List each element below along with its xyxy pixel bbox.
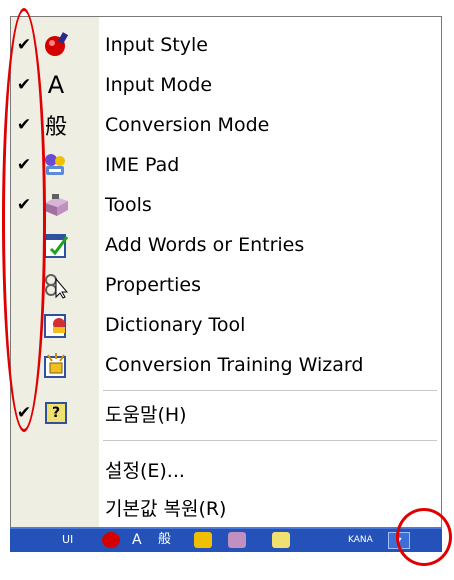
menu-item-label: Add Words or Entries (105, 234, 305, 256)
ime-pad-icon[interactable] (194, 532, 212, 548)
language-bar-label: UI (62, 533, 74, 546)
menu-item-label: 도움말(H) (105, 403, 187, 426)
kana-mode-label: KANA (348, 535, 373, 545)
menu-separator (103, 440, 437, 441)
tools-icon[interactable] (228, 532, 246, 548)
menu-item-help[interactable]: ✔ ? 도움말(H) (11, 393, 441, 433)
menu-item-label: Input Style (105, 34, 208, 56)
menu-item-input-style[interactable]: ✔ Input Style (11, 25, 441, 65)
ime-pad-icon (41, 150, 71, 180)
menu-item-properties[interactable]: Properties (11, 265, 441, 305)
menu-item-label: Properties (105, 274, 202, 296)
menu-item-settings[interactable]: 설정(E)... (11, 449, 441, 489)
menu-item-label: 기본값 복원(R) (105, 497, 227, 520)
menu-item-conversion-mode[interactable]: ✔ 般 Conversion Mode (11, 105, 441, 145)
input-mode-icon[interactable]: A (132, 532, 150, 548)
check-icon: ✔ (16, 35, 32, 55)
conversion-mode-icon[interactable]: 般 (158, 532, 176, 548)
conversion-mode-glyph: 般 (44, 115, 67, 140)
input-mode-glyph: A (47, 71, 65, 99)
add-words-icon (41, 230, 71, 260)
menu-item-tools[interactable]: ✔ Tools (11, 185, 441, 225)
check-icon: ✔ (16, 403, 32, 423)
help-icon: ? (41, 398, 71, 428)
menu-item-restore-defaults[interactable]: 기본값 복원(R) (11, 487, 441, 527)
training-wizard-icon (41, 350, 71, 380)
check-icon: ✔ (16, 195, 32, 215)
conversion-mode-icon: 般 (41, 110, 71, 140)
help-glyph: ? (45, 402, 67, 424)
input-style-icon[interactable] (102, 532, 120, 548)
language-bar: UI A 般 KANA ▾ (10, 528, 442, 552)
input-mode-icon: A (41, 70, 71, 100)
menu-item-ime-pad[interactable]: ✔ IME Pad (11, 145, 441, 185)
check-icon: ✔ (16, 155, 32, 175)
options-dropdown-button[interactable]: ▾ (388, 532, 410, 549)
input-style-icon (41, 30, 71, 60)
tools-icon (41, 190, 71, 220)
dictionary-tool-icon (41, 310, 71, 340)
menu-separator (103, 390, 437, 391)
properties-icon (41, 270, 71, 300)
menu-item-label: Conversion Mode (105, 114, 270, 136)
menu-item-dictionary-tool[interactable]: Dictionary Tool (11, 305, 441, 345)
menu-item-label: Input Mode (105, 74, 213, 96)
check-icon: ✔ (16, 115, 32, 135)
help-icon[interactable] (272, 532, 290, 548)
menu-item-add-words[interactable]: Add Words or Entries (11, 225, 441, 265)
menu-item-label: Conversion Training Wizard (105, 354, 364, 376)
check-icon: ✔ (16, 75, 32, 95)
menu-item-label: 설정(E)... (105, 459, 185, 482)
menu-item-label: Tools (105, 194, 152, 216)
ime-context-menu: ✔ Input Style ✔ A Input Mode ✔ 般 Convers… (10, 16, 442, 528)
menu-item-label: IME Pad (105, 154, 180, 176)
menu-item-training-wizard[interactable]: Conversion Training Wizard (11, 345, 441, 385)
menu-item-label: Dictionary Tool (105, 314, 246, 336)
menu-item-input-mode[interactable]: ✔ A Input Mode (11, 65, 441, 105)
